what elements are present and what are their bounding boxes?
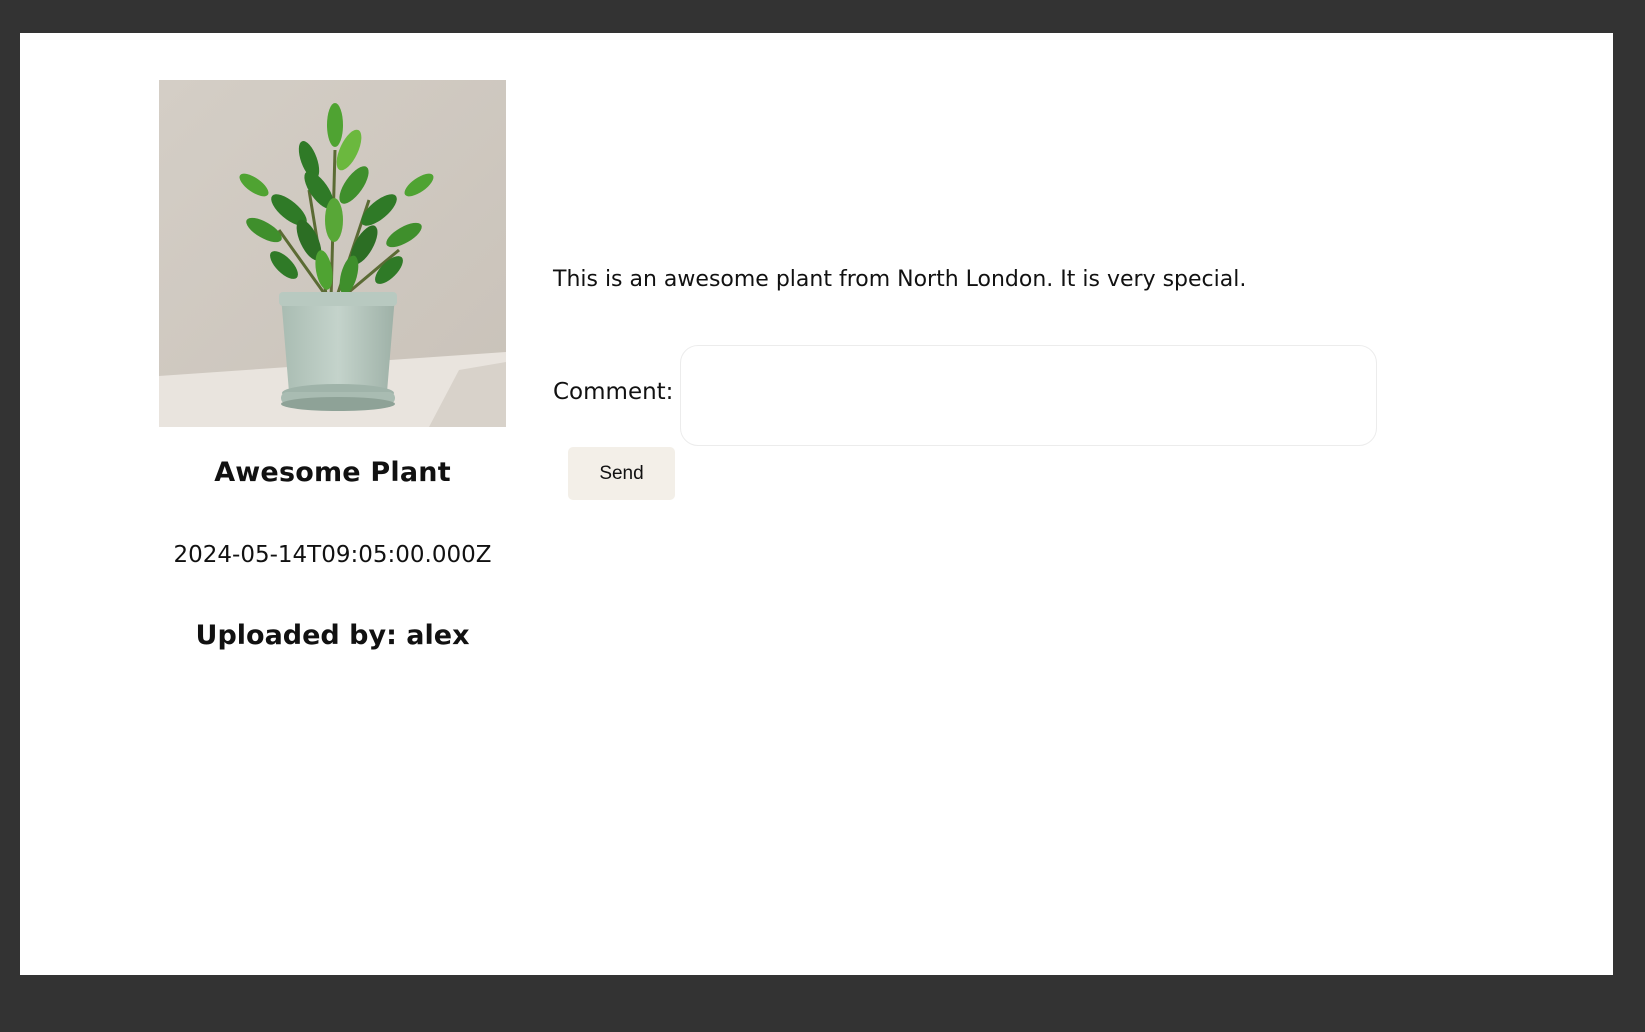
- comment-label: Comment:: [553, 379, 674, 405]
- post-card: Awesome Plant 2024-05-14T09:05:00.000Z U…: [159, 80, 506, 651]
- plant-description: This is an awesome plant from North Lond…: [553, 267, 1247, 292]
- send-button[interactable]: Send: [568, 447, 675, 500]
- plant-title: Awesome Plant: [214, 457, 451, 488]
- upload-date: 2024-05-14T09:05:00.000Z: [173, 542, 492, 568]
- uploaded-by-label: Uploaded by: alex: [195, 620, 470, 651]
- comment-input[interactable]: [680, 345, 1377, 446]
- plant-photo: [159, 80, 506, 427]
- post-page: Awesome Plant 2024-05-14T09:05:00.000Z U…: [20, 33, 1613, 975]
